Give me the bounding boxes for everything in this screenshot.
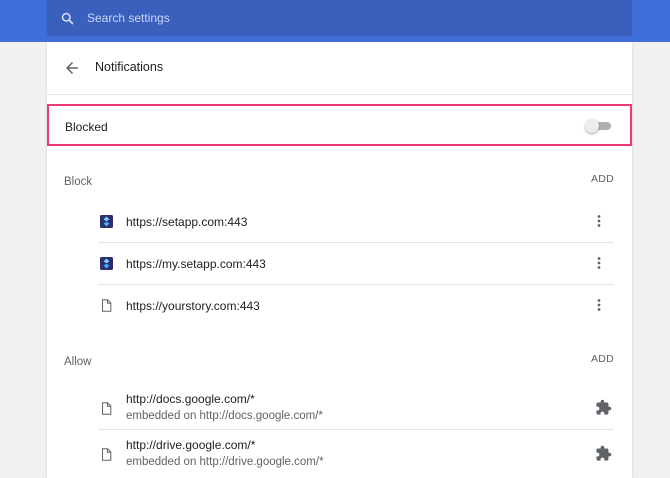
site-url: https://yourstory.com:443 [126,299,260,313]
file-icon [102,299,112,312]
site-url: http://docs.google.com/* [126,392,255,406]
search-bar[interactable] [47,0,632,36]
file-icon [102,402,112,415]
search-icon [61,12,74,25]
page-header: Notifications [47,42,632,94]
header-divider [47,94,632,95]
toggle-knob [585,119,599,133]
block-section-label: Block [64,176,93,188]
block-add-button[interactable]: ADD [591,173,614,185]
site-embedded-on: embedded on http://docs.google.com/* [126,410,323,422]
more-vert-icon[interactable] [591,297,607,313]
back-arrow-icon[interactable] [63,59,81,77]
allow-site-row[interactable]: http://docs.google.com/* embedded on htt… [98,386,614,430]
block-site-row[interactable]: https://setapp.com:443 [98,201,614,243]
more-vert-icon[interactable] [591,213,607,229]
site-url: https://setapp.com:443 [126,215,248,229]
setapp-favicon [100,215,113,228]
more-vert-icon[interactable] [591,255,607,271]
allow-site-row[interactable]: http://drive.google.com/* embedded on ht… [98,432,614,476]
extension-puzzle-icon[interactable] [595,399,612,416]
site-url: https://my.setapp.com:443 [126,257,266,271]
blocked-label: Blocked [65,120,108,134]
settings-card: Notifications Blocked Block ADD https://… [47,42,632,478]
site-url: http://drive.google.com/* [126,438,256,452]
block-site-row[interactable]: https://my.setapp.com:443 [98,243,614,285]
setapp-favicon [100,257,113,270]
blocked-setting-row[interactable]: Blocked [47,104,632,146]
file-icon [102,448,112,461]
block-site-row[interactable]: https://yourstory.com:443 [98,285,614,327]
allow-section-label: Allow [64,356,92,368]
blocked-toggle[interactable] [585,119,613,133]
search-input[interactable] [87,9,587,27]
extension-puzzle-icon[interactable] [595,445,612,462]
site-embedded-on: embedded on http://drive.google.com/* [126,456,324,468]
allow-add-button[interactable]: ADD [591,353,614,365]
page-title: Notifications [95,60,164,74]
